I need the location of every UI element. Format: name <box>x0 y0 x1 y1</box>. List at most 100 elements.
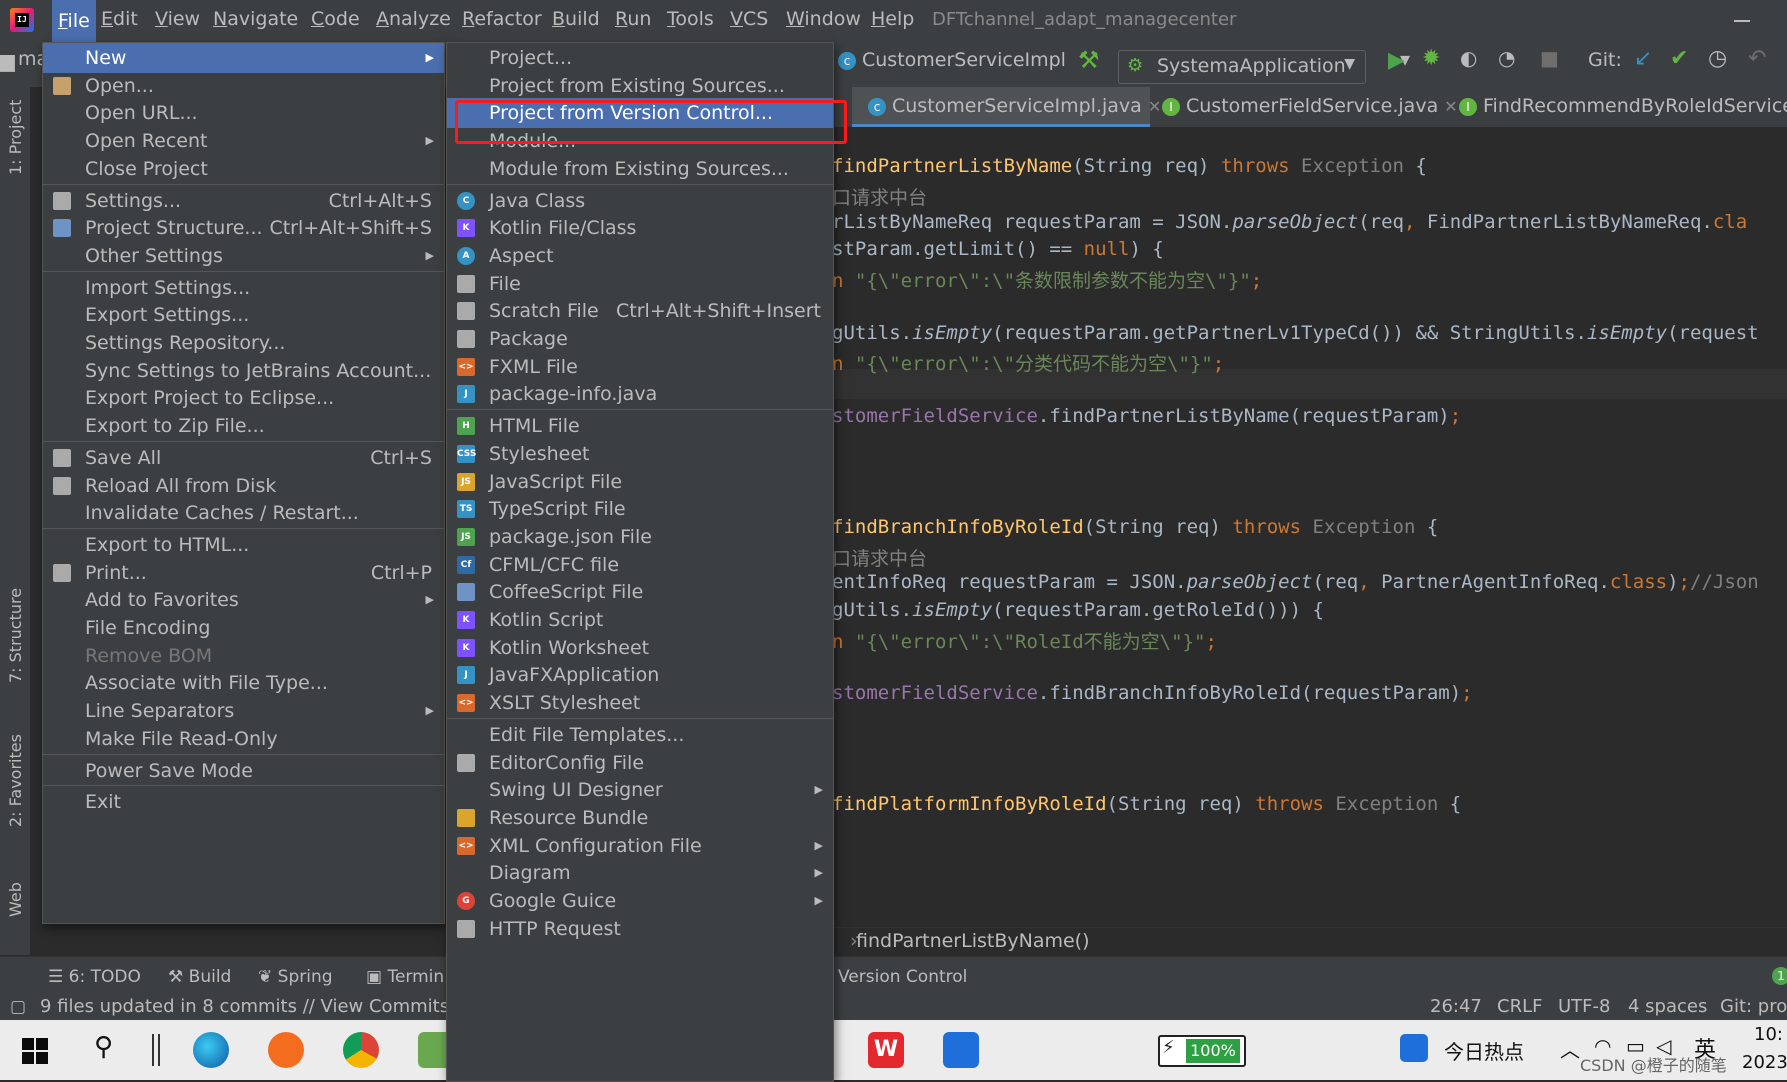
clock-date[interactable]: 2023, <box>1742 1052 1787 1073</box>
editor-tab-findrecommend[interactable]: I FindRecommendByRoleIdService.ja <box>1459 95 1787 117</box>
status-message[interactable]: 9 files updated in 8 commits // View Com… <box>40 996 462 1017</box>
menu-help[interactable]: Help <box>871 8 914 30</box>
close-icon[interactable]: ✕ <box>1444 97 1457 116</box>
code-line[interactable]: gUtils.isEmpty(requestParam.getPartnerLv… <box>832 322 1759 344</box>
edge-browser-icon[interactable] <box>193 1032 229 1068</box>
new-menu-javascript-file[interactable]: JS JavaScript File <box>447 467 833 497</box>
file-menu-export-to-html[interactable]: Export to HTML... <box>43 530 444 560</box>
file-menu-import-settings[interactable]: Import Settings... <box>43 273 444 303</box>
pen-app-icon[interactable] <box>268 1032 304 1068</box>
new-menu-cfml-cfc-file[interactable]: Cf CFML/CFC file <box>447 550 833 580</box>
new-menu-typescript-file[interactable]: TS TypeScript File <box>447 494 833 524</box>
editor-tab-customerfieldservice[interactable]: I CustomerFieldService.java ✕ <box>1162 95 1458 117</box>
file-menu-open[interactable]: Open... <box>43 71 444 101</box>
run-config-selector[interactable]: ⚙ SystemaApplication ▼ <box>1118 50 1366 84</box>
code-line[interactable]: gUtils.isEmpty(requestParam.getRoleId())… <box>832 599 1324 621</box>
file-menu-line-separators[interactable]: Line Separators ▶ <box>43 696 444 726</box>
file-menu-export-to-zip-file[interactable]: Export to Zip File... <box>43 411 444 441</box>
code-line[interactable]: entInfoReq requestParam = JSON.parseObje… <box>832 571 1759 593</box>
new-menu-fxml-file[interactable]: <> FXML File <box>447 352 833 382</box>
new-menu-diagram[interactable]: Diagram ▶ <box>447 858 833 888</box>
new-menu-coffeescript-file[interactable]: CoffeeScript File <box>447 577 833 607</box>
new-menu-editorconfig-file[interactable]: EditorConfig File <box>447 748 833 778</box>
build-hammer-icon[interactable]: ⚒ <box>1078 46 1100 74</box>
new-menu-xml-configuration-file[interactable]: <> XML Configuration File ▶ <box>447 831 833 861</box>
class-crumb[interactable]: c CustomerServiceImpl <box>838 49 1066 71</box>
file-menu-invalidate-caches-restart[interactable]: Invalidate Caches / Restart... <box>43 498 444 528</box>
menu-file[interactable]: File <box>52 0 96 42</box>
new-menu-google-guice[interactable]: G Google Guice ▶ <box>447 886 833 916</box>
new-menu-aspect[interactable]: A Aspect <box>447 241 833 271</box>
new-menu-scratch-file[interactable]: Scratch File Ctrl+Alt+Shift+Insert <box>447 296 833 326</box>
battery-icon[interactable]: 100% ⚡ <box>1158 1035 1246 1067</box>
news-label[interactable]: 今日热点 <box>1444 1036 1524 1065</box>
tray-chevron-icon[interactable]: ︿ <box>1560 1034 1580 1063</box>
menu-analyze[interactable]: Analyze <box>376 8 451 30</box>
file-menu-exit[interactable]: Exit <box>43 787 444 817</box>
news-icon[interactable] <box>1400 1034 1428 1062</box>
status-toggle-icon[interactable]: ▢ <box>10 997 26 1017</box>
file-menu-add-to-favorites[interactable]: Add to Favorites ▶ <box>43 585 444 615</box>
breadcrumb-method[interactable]: findPartnerListByName() <box>856 930 1090 952</box>
tool-spring[interactable]: ❦ Spring <box>258 967 333 987</box>
menu-window[interactable]: Window <box>786 8 861 30</box>
code-line[interactable]: stomerFieldService.findPartnerListByName… <box>832 405 1461 427</box>
debug-icon[interactable]: ✹ <box>1422 46 1440 71</box>
line-separator[interactable]: CRLF <box>1497 996 1542 1017</box>
close-icon[interactable]: ✕ <box>1148 97 1161 116</box>
git-history-icon[interactable]: ◷ <box>1708 46 1727 71</box>
tool-terminal[interactable]: ▣ Termin <box>366 967 444 987</box>
stop-icon[interactable]: ■ <box>1540 46 1559 70</box>
new-menu-java-class[interactable]: C Java Class <box>447 186 833 216</box>
file-menu-other-settings[interactable]: Other Settings ▶ <box>43 241 444 271</box>
doc-app-icon[interactable] <box>943 1032 979 1068</box>
new-menu-swing-ui-designer[interactable]: Swing UI Designer ▶ <box>447 775 833 805</box>
menu-edit[interactable]: Edit <box>101 8 138 30</box>
git-update-icon[interactable]: ↙ <box>1634 46 1652 71</box>
file-menu-open-url[interactable]: Open URL... <box>43 98 444 128</box>
code-line[interactable]: rListByNameReq requestParam = JSON.parse… <box>832 211 1747 233</box>
new-menu-http-request[interactable]: HTTP Request <box>447 914 833 944</box>
tool-tab-web[interactable]: Web <box>6 882 25 917</box>
tool-tab-project[interactable]: 1: Project <box>6 100 25 175</box>
file-menu-sync-settings-to-jetbrains-account[interactable]: Sync Settings to JetBrains Account... <box>43 356 444 386</box>
new-menu-stylesheet[interactable]: CSS Stylesheet <box>447 439 833 469</box>
new-menu-javafxapplication[interactable]: J JavaFXApplication <box>447 660 833 690</box>
menu-view[interactable]: View <box>155 8 200 30</box>
menu-tools[interactable]: Tools <box>667 8 714 30</box>
new-menu-html-file[interactable]: H HTML File <box>447 411 833 441</box>
code-line[interactable]: findBranchInfoByRoleId(String req) throw… <box>832 516 1438 538</box>
chrome-icon[interactable] <box>343 1032 379 1068</box>
new-menu-project[interactable]: Project... <box>447 43 833 73</box>
file-menu-save-all[interactable]: Save All Ctrl+S <box>43 443 444 473</box>
menu-refactor[interactable]: Refactor <box>462 8 542 30</box>
event-log-badge[interactable]: 1 <box>1772 967 1787 985</box>
new-menu-resource-bundle[interactable]: Resource Bundle <box>447 803 833 833</box>
file-menu-new[interactable]: New ▶ <box>43 43 444 73</box>
file-menu-settings[interactable]: Settings... Ctrl+Alt+S <box>43 186 444 216</box>
file-encoding[interactable]: UTF-8 <box>1558 996 1610 1017</box>
new-menu-module-from-existing-sources[interactable]: Module from Existing Sources... <box>447 154 833 184</box>
new-menu-package-info-java[interactable]: Jpackage-info.java <box>447 379 833 409</box>
new-menu-package-json-file[interactable]: JS package.json File <box>447 522 833 552</box>
windows-start-icon[interactable] <box>22 1038 48 1064</box>
file-menu-associate-with-file-type[interactable]: Associate with File Type... <box>43 668 444 698</box>
new-menu-kotlin-file-class[interactable]: K Kotlin File/Class <box>447 213 833 243</box>
git-branch[interactable]: Git: proj <box>1720 996 1787 1017</box>
code-line[interactable]: 口请求中台 <box>832 544 927 571</box>
menu-vcs[interactable]: VCS <box>730 8 768 30</box>
editor-tab-customerserviceimpl[interactable]: c CustomerServiceImpl.java ✕ <box>868 95 1161 117</box>
git-rollback-icon[interactable]: ↶ <box>1748 46 1766 71</box>
file-menu-close-project[interactable]: Close Project <box>43 154 444 184</box>
new-menu-file[interactable]: File <box>447 269 833 299</box>
menu-build[interactable]: Build <box>552 8 600 30</box>
wps-office-icon[interactable]: W <box>868 1032 904 1068</box>
new-menu-xslt-stylesheet[interactable]: <> XSLT Stylesheet <box>447 688 833 718</box>
tool-tab-structure[interactable]: 7: Structure <box>6 588 25 683</box>
file-menu-export-settings[interactable]: Export Settings... <box>43 300 444 330</box>
code-line[interactable]: n "{\"error\":\"RoleId不能为空\"}"; <box>832 627 1217 654</box>
tool-version-control[interactable]: Version Control <box>838 967 967 987</box>
file-menu-print[interactable]: Print... Ctrl+P <box>43 558 444 588</box>
new-menu-package[interactable]: Package <box>447 324 833 354</box>
search-icon[interactable]: ⚲ <box>94 1032 113 1062</box>
